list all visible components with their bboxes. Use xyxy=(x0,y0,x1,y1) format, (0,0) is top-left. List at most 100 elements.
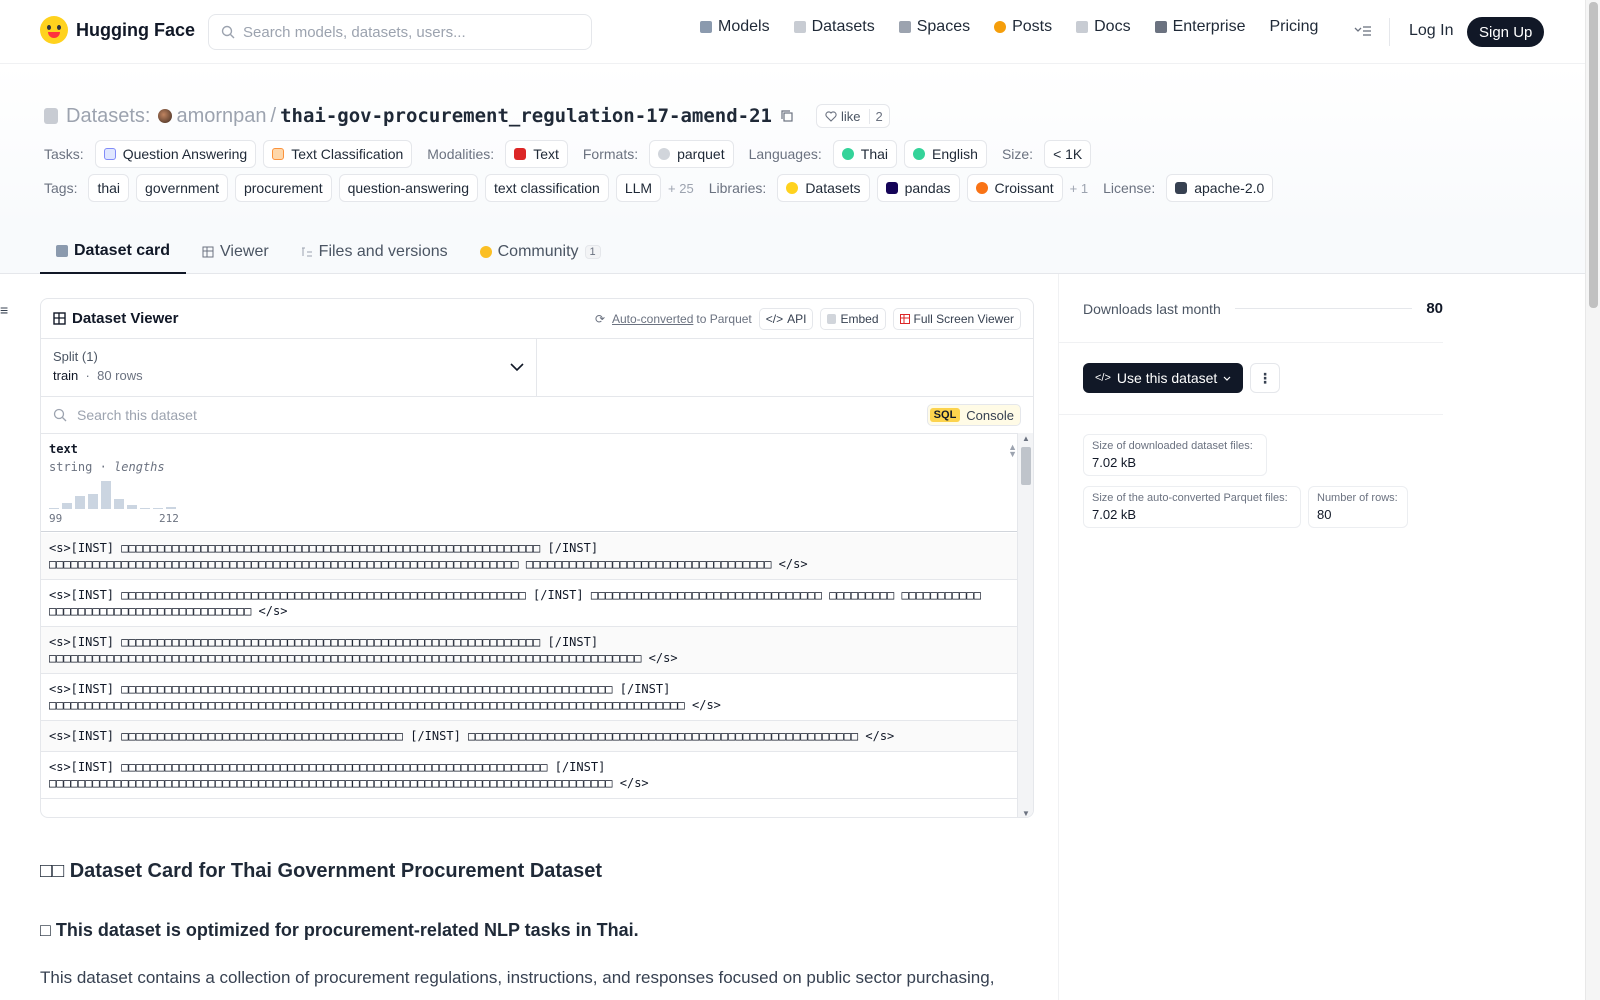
sidebar-separator xyxy=(1059,414,1443,415)
like-count[interactable]: 2 xyxy=(868,108,889,124)
tag-chip[interactable]: government xyxy=(136,174,228,202)
tag-chip[interactable]: thai xyxy=(88,174,130,202)
format-chip[interactable]: parquet xyxy=(649,140,734,168)
nav-links: Models Datasets Spaces Posts Docs Enterp… xyxy=(700,18,1318,36)
stat-value: 7.02 kB xyxy=(1092,455,1137,470)
like-button[interactable]: like 2 xyxy=(816,104,890,128)
data-rows: <s>[INST] □□□□□□□□□□□□□□□□□□□□□□□□□□□□□□… xyxy=(41,533,1018,799)
repo-kind[interactable]: Datasets: xyxy=(66,105,150,128)
embed-button[interactable]: Embed xyxy=(820,307,886,330)
code-icon: </> xyxy=(1095,372,1111,384)
nav-spaces[interactable]: Spaces xyxy=(898,18,970,36)
more-options-button[interactable]: ⋮ xyxy=(1250,363,1280,393)
nav-posts[interactable]: Posts xyxy=(994,18,1052,36)
repo-title: Datasets: amornpan / thai-gov-procuremen… xyxy=(44,104,890,128)
libraries-more[interactable]: + 1 xyxy=(1070,181,1088,196)
login-link[interactable]: Log In xyxy=(1409,22,1453,40)
chip-label: English xyxy=(932,146,978,162)
tag-chip[interactable]: procurement xyxy=(234,174,332,202)
table-row[interactable]: <s>[INST] □□□□□□□□□□□□□□□□□□□□□□□□□□□□□□… xyxy=(41,674,1018,721)
table-row[interactable]: <s>[INST] □□□□□□□□□□□□□□□□□□□□□□□□□□□□□□… xyxy=(41,752,1018,799)
spaces-icon xyxy=(898,21,911,33)
scroll-thumb[interactable] xyxy=(1021,447,1031,485)
dataset-search: SQL Console xyxy=(41,397,1033,434)
language-chip[interactable]: Thai xyxy=(832,140,898,168)
column-header[interactable]: text string · lengths 99 212 ▲ ▼ xyxy=(41,434,1033,532)
chip-label: Datasets xyxy=(805,180,861,196)
brand-logo[interactable]: Hugging Face xyxy=(40,16,195,44)
tags-more[interactable]: + 25 xyxy=(668,181,694,196)
search-icon xyxy=(221,25,235,39)
table-row[interactable]: <s>[INST] □□□□□□□□□□□□□□□□□□□□□□□□□□□□□□… xyxy=(41,721,1018,752)
repo-slash: / xyxy=(270,104,277,127)
dataset-icon xyxy=(44,108,58,124)
chip-label: pandas xyxy=(904,180,951,196)
split-select[interactable]: Split (1) train · 80 rows xyxy=(41,339,537,396)
api-button[interactable]: </> API xyxy=(758,307,814,330)
tag-chip[interactable]: question-answering xyxy=(338,174,478,202)
scroll-up-icon[interactable]: ▲ xyxy=(1022,434,1030,443)
scroll-down-icon[interactable]: ▼ xyxy=(1022,809,1030,817)
size-chip[interactable]: < 1K xyxy=(1044,140,1092,168)
tab-community[interactable]: Community 1 xyxy=(464,230,617,274)
tag-chip[interactable]: LLM xyxy=(615,174,662,202)
repo-owner[interactable]: amornpan xyxy=(176,105,266,128)
globe-icon xyxy=(913,148,926,160)
modality-chip[interactable]: Text xyxy=(505,140,568,168)
nav-pricing[interactable]: Pricing xyxy=(1269,18,1318,36)
language-chip[interactable]: English xyxy=(904,140,987,168)
nav-divider xyxy=(1389,18,1390,46)
task-chip[interactable]: Text Classification xyxy=(263,140,413,168)
nav-docs[interactable]: Docs xyxy=(1076,18,1131,36)
repo-name[interactable]: thai-gov-procurement_regulation-17-amend… xyxy=(280,105,772,127)
copy-icon[interactable] xyxy=(780,109,794,123)
tab-files[interactable]: Files and versions xyxy=(285,230,464,274)
sort-icon[interactable]: ▲ ▼ xyxy=(1008,443,1017,459)
nav-datasets[interactable]: Datasets xyxy=(793,18,875,36)
sidebar-divider xyxy=(1058,274,1059,1000)
page-scroll-thumb[interactable] xyxy=(1589,2,1598,308)
license-chip[interactable]: apache-2.0 xyxy=(1166,174,1274,202)
tag-chip[interactable]: text classification xyxy=(484,174,609,202)
split-name: train xyxy=(53,368,79,383)
library-chip[interactable]: pandas xyxy=(876,174,960,202)
stat-label: Size of the auto-converted Parquet files… xyxy=(1092,492,1288,504)
tab-viewer[interactable]: Viewer xyxy=(186,230,285,274)
histogram-bar xyxy=(127,504,137,509)
hist-min: 99 xyxy=(49,512,63,525)
tab-label: Dataset card xyxy=(74,242,171,259)
fullscreen-viewer-button[interactable]: Full Screen Viewer xyxy=(892,307,1021,330)
tab-label: Community xyxy=(497,243,579,260)
more-menu-icon[interactable] xyxy=(1354,24,1372,38)
search-icon xyxy=(53,408,67,422)
top-navbar: Hugging Face Models Datasets Spaces Post… xyxy=(0,0,1585,64)
nav-models[interactable]: Models xyxy=(700,18,770,36)
dataset-search-input[interactable] xyxy=(77,407,897,423)
viewer-title-text: Dataset Viewer xyxy=(72,310,179,327)
nav-enterprise[interactable]: Enterprise xyxy=(1154,18,1245,36)
table-row[interactable]: <s>[INST] □□□□□□□□□□□□□□□□□□□□□□□□□□□□□□… xyxy=(41,627,1018,674)
owner-avatar[interactable] xyxy=(158,109,173,123)
use-this-dataset-button[interactable]: </> Use this dataset xyxy=(1083,363,1244,393)
page-scrollbar[interactable] xyxy=(1585,0,1600,1000)
table-row[interactable]: <s>[INST] □□□□□□□□□□□□□□□□□□□□□□□□□□□□□□… xyxy=(41,580,1018,627)
tab-dataset-card[interactable]: Dataset card xyxy=(40,230,187,274)
task-chip[interactable]: Question Answering xyxy=(94,140,257,168)
signup-button[interactable]: Sign Up xyxy=(1467,17,1545,47)
auto-converted-link[interactable]: Auto-converted xyxy=(612,312,693,326)
sql-console-button[interactable]: SQL Console xyxy=(926,404,1021,426)
search-input[interactable] xyxy=(243,23,573,41)
parquet-icon xyxy=(658,148,671,160)
split-row: Split (1) train · 80 rows xyxy=(41,339,1033,397)
global-search[interactable] xyxy=(208,14,592,50)
downloads-sparkline xyxy=(1234,308,1413,309)
stat-parquet-size: Size of the auto-converted Parquet files… xyxy=(1083,486,1301,528)
table-row[interactable]: <s>[INST] □□□□□□□□□□□□□□□□□□□□□□□□□□□□□□… xyxy=(41,533,1018,580)
toc-toggle-icon[interactable]: ≡ xyxy=(0,302,8,318)
viewer-scrollbar[interactable]: ▲ ▼ xyxy=(1017,433,1033,817)
library-chip[interactable]: Datasets xyxy=(777,174,870,202)
histogram-bar xyxy=(101,481,111,509)
croissant-icon xyxy=(975,182,988,194)
question-answering-icon xyxy=(103,148,116,160)
library-chip[interactable]: Croissant xyxy=(966,174,1063,202)
